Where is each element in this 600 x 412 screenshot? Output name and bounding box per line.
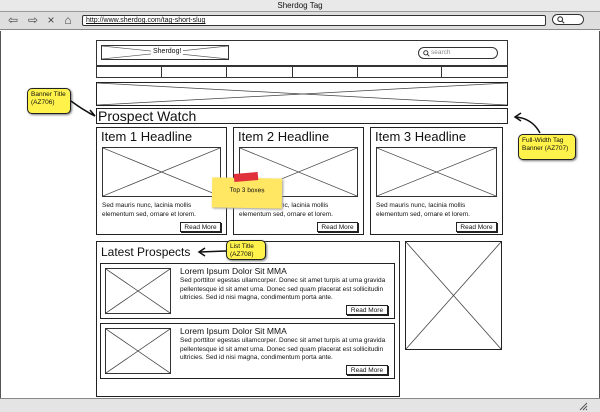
note-text: Full-Width Tag Banner (AZ707) xyxy=(522,137,569,152)
nav-tab-3[interactable] xyxy=(227,67,293,77)
prospect-text: Sed porttitor egestas ullamcorper. Donec… xyxy=(180,277,386,301)
nav-tab-2[interactable] xyxy=(162,67,227,77)
item-image[interactable] xyxy=(376,147,497,197)
banner-title-bar: Prospect Watch xyxy=(96,108,508,124)
read-more-button[interactable]: Read More xyxy=(180,222,221,232)
item-text: Sed mauris nunc, lacinia mollis elementu… xyxy=(376,202,470,218)
image-placeholder-icon xyxy=(377,148,496,196)
read-more-button[interactable]: Read More xyxy=(346,365,388,375)
note-text: Banner Title (AZ706) xyxy=(31,91,66,106)
item-card-1: Item 1 Headline Sed mauris nunc, lacinia… xyxy=(96,127,227,235)
search-placeholder: search xyxy=(431,49,451,56)
item-headline[interactable]: Item 2 Headline xyxy=(238,129,329,144)
browser-search[interactable] xyxy=(552,14,584,25)
ad-placeholder-icon xyxy=(406,242,501,349)
top3-sticky-note: Top 3 boxes xyxy=(211,177,283,209)
close-icon[interactable]: × xyxy=(46,14,56,27)
site-header: Sherdog! search xyxy=(96,40,508,66)
back-icon[interactable]: ⇦ xyxy=(6,14,20,27)
full-width-banner-note: Full-Width Tag Banner (AZ707) xyxy=(518,134,576,160)
sticky-text: Top 3 boxes xyxy=(229,186,265,195)
prospect-text: Sed porttitor egestas ullamcorper. Donec… xyxy=(180,337,386,361)
nav-tab-1[interactable] xyxy=(97,67,162,77)
prospect-entry-2: Lorem Ipsum Dolor Sit MMA Sed porttitor … xyxy=(100,323,395,379)
banner-placeholder-icon xyxy=(97,83,507,105)
read-more-button[interactable]: Read More xyxy=(456,222,497,232)
image-placeholder-icon xyxy=(106,329,170,373)
browser-toolbar: ⇦ ⇨ × ⌂ http://www.sherdog.com/tag-short… xyxy=(0,12,600,30)
site-nav xyxy=(96,66,508,78)
url-text: http://www.sherdog.com/tag-short-slug xyxy=(86,17,206,24)
nav-tab-4[interactable] xyxy=(293,67,358,77)
url-bar[interactable]: http://www.sherdog.com/tag-short-slug xyxy=(82,15,546,26)
resize-grip-icon[interactable] xyxy=(578,401,588,411)
prospect-headline[interactable]: Lorem Ipsum Dolor Sit MMA xyxy=(180,266,287,276)
prospect-image[interactable] xyxy=(105,268,171,314)
item-image[interactable] xyxy=(102,147,221,197)
window-title: Sherdog Tag xyxy=(0,0,600,12)
read-more-button[interactable]: Read More xyxy=(317,222,358,232)
latest-prospects-panel: Latest Prospects Lorem Ipsum Dolor Sit M… xyxy=(96,241,400,397)
prospect-entry-1: Lorem Ipsum Dolor Sit MMA Sed porttitor … xyxy=(100,263,395,319)
item-headline[interactable]: Item 1 Headline xyxy=(101,129,192,144)
nav-tab-5[interactable] xyxy=(358,67,442,77)
item-card-3: Item 3 Headline Sed mauris nunc, lacinia… xyxy=(370,127,503,235)
nav-tab-6[interactable] xyxy=(442,67,507,77)
search-icon xyxy=(423,50,430,57)
site-logo[interactable]: Sherdog! xyxy=(101,45,229,60)
banner-title: Prospect Watch xyxy=(98,108,197,124)
item-headline[interactable]: Item 3 Headline xyxy=(375,129,466,144)
logo-label: Sherdog! xyxy=(151,48,184,55)
browser-statusbar xyxy=(0,398,600,412)
search-icon xyxy=(557,16,565,24)
prospect-headline[interactable]: Lorem Ipsum Dolor Sit MMA xyxy=(180,326,287,336)
image-placeholder-icon xyxy=(103,148,220,196)
banner-title-note: Banner Title (AZ706) xyxy=(27,88,71,114)
read-more-button[interactable]: Read More xyxy=(346,305,388,315)
note-text: List Title (AZ708) xyxy=(230,243,254,258)
prospect-image[interactable] xyxy=(105,328,171,374)
forward-icon[interactable]: ⇨ xyxy=(26,14,40,27)
sidebar-ad[interactable] xyxy=(405,241,502,350)
site-search-input[interactable]: search xyxy=(418,47,498,59)
home-icon[interactable]: ⌂ xyxy=(61,14,75,27)
tag-banner xyxy=(96,82,508,106)
latest-title: Latest Prospects xyxy=(101,245,191,259)
image-placeholder-icon xyxy=(106,269,170,313)
list-title-note: List Title (AZ708) xyxy=(226,240,266,260)
item-text: Sed mauris nunc, lacinia mollis elementu… xyxy=(102,202,196,218)
